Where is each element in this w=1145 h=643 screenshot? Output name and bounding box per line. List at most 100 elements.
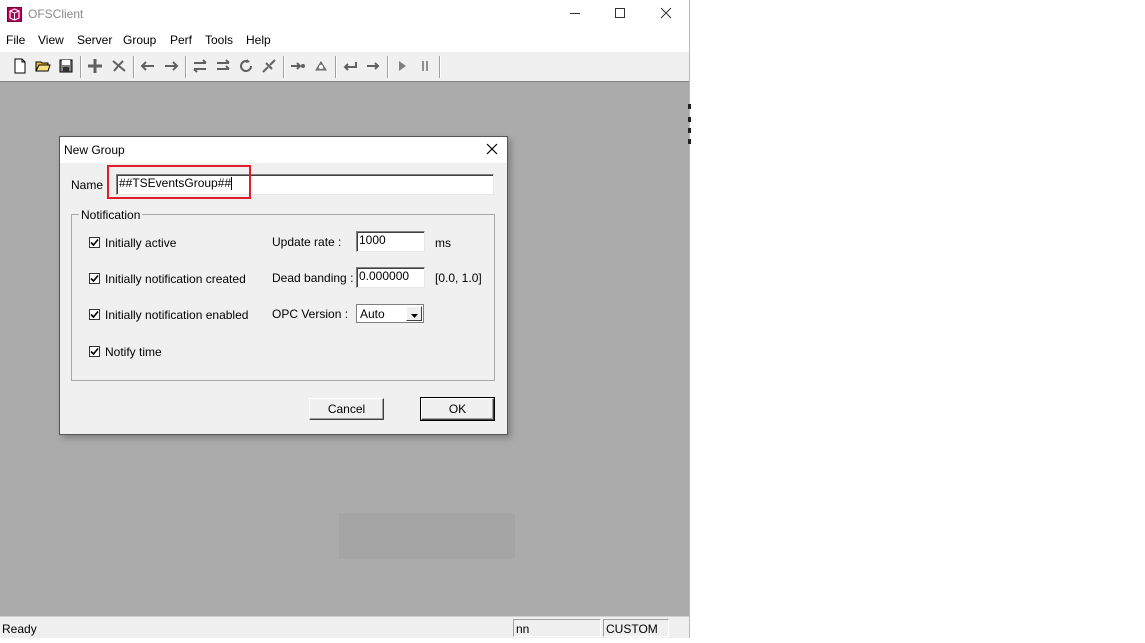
toolbar-separator xyxy=(80,56,82,78)
notification-enabled-checkbox[interactable] xyxy=(89,309,100,320)
add-item-icon xyxy=(87,58,103,77)
add-item-button[interactable] xyxy=(85,57,105,77)
write-button[interactable] xyxy=(213,57,233,77)
play-icon xyxy=(396,60,408,75)
toolbar-separator xyxy=(439,56,441,78)
save-icon xyxy=(59,59,73,76)
refresh-button[interactable] xyxy=(236,57,256,77)
delete-button[interactable] xyxy=(109,57,129,77)
close-button[interactable] xyxy=(643,0,689,29)
app-icon xyxy=(7,7,22,22)
redo-button[interactable] xyxy=(363,57,383,77)
read-icon xyxy=(192,58,208,76)
new-button[interactable] xyxy=(10,57,30,77)
opc-version-select[interactable]: Auto xyxy=(356,304,424,323)
back-icon xyxy=(140,60,156,75)
read-button[interactable] xyxy=(190,57,210,77)
opc-version-label: OPC Version : xyxy=(272,307,349,321)
toolbar-separator xyxy=(283,56,285,78)
opc-version-value: Auto xyxy=(360,307,385,321)
minimize-button[interactable] xyxy=(552,0,598,29)
save-button[interactable] xyxy=(56,57,76,77)
forward-button[interactable] xyxy=(161,57,181,77)
redo-icon xyxy=(365,59,381,76)
toolbar xyxy=(0,51,689,82)
callback-button[interactable] xyxy=(311,57,331,77)
toolbar-separator xyxy=(185,56,187,78)
minimize-icon xyxy=(569,7,581,22)
edge-fragment xyxy=(688,128,691,133)
delete-icon xyxy=(111,58,127,77)
dialog-title: New Group xyxy=(64,143,125,157)
pause-icon xyxy=(419,60,431,75)
dead-banding-input[interactable]: 0.000000 xyxy=(356,267,425,288)
toolbar-separator xyxy=(335,56,337,78)
close-icon xyxy=(660,7,672,22)
close-icon xyxy=(486,143,498,158)
menu-bar: File View Server Group Perf Tools Help xyxy=(0,29,689,51)
initially-active-checkbox[interactable] xyxy=(89,237,100,248)
initially-active-label: Initially active xyxy=(105,236,177,250)
status-pane-mode: CUSTOM xyxy=(603,619,669,637)
play-button[interactable] xyxy=(392,57,412,77)
status-text: Ready xyxy=(2,622,37,636)
toolbar-separator xyxy=(133,56,135,78)
maximize-icon xyxy=(614,7,626,22)
main-window: OFSClient File View Server Group Perf To… xyxy=(0,0,690,638)
window-title: OFSClient xyxy=(28,7,84,21)
new-group-dialog: New Group Name : ##TSEventsGroup## Notif… xyxy=(59,136,508,435)
toolbar-separator xyxy=(387,56,389,78)
notify-time-checkbox[interactable] xyxy=(89,346,100,357)
notification-enabled-label: Initially notification enabled xyxy=(105,308,249,322)
menu-group[interactable]: Group xyxy=(123,33,156,47)
dialog-title-bar: New Group xyxy=(60,137,507,163)
menu-help[interactable]: Help xyxy=(246,33,271,47)
disconnect-icon xyxy=(261,58,277,77)
name-label: Name : xyxy=(71,178,110,192)
edge-fragment xyxy=(688,104,691,109)
pause-button[interactable] xyxy=(415,57,435,77)
open-button[interactable] xyxy=(33,57,53,77)
ok-button[interactable]: OK xyxy=(420,397,495,421)
check-icon xyxy=(90,274,99,283)
check-icon xyxy=(90,347,99,356)
disconnect-button[interactable] xyxy=(259,57,279,77)
undo-button[interactable] xyxy=(340,57,360,77)
back-button[interactable] xyxy=(138,57,158,77)
check-icon xyxy=(90,238,99,247)
update-rate-unit: ms xyxy=(435,236,451,250)
update-rate-input[interactable]: 1000 xyxy=(356,231,425,252)
async-button[interactable] xyxy=(288,57,308,77)
notification-created-label: Initially notification created xyxy=(105,272,246,286)
notify-time-label: Notify time xyxy=(105,345,162,359)
refresh-icon xyxy=(238,58,254,77)
maximize-button[interactable] xyxy=(597,0,643,29)
edge-fragment xyxy=(688,139,691,144)
menu-perf[interactable]: Perf xyxy=(170,33,192,47)
cancel-button[interactable]: Cancel xyxy=(309,398,384,420)
forward-icon xyxy=(163,60,179,75)
status-pane-user: nn xyxy=(513,619,601,637)
callback-icon xyxy=(313,58,329,77)
write-icon xyxy=(215,58,231,76)
menu-server[interactable]: Server xyxy=(77,33,112,47)
status-bar: Ready nn CUSTOM xyxy=(0,616,689,638)
annotation-highlight-box xyxy=(107,165,251,199)
update-rate-label: Update rate : xyxy=(272,235,342,249)
title-bar: OFSClient xyxy=(0,0,689,29)
menu-view[interactable]: View xyxy=(38,33,64,47)
undo-icon xyxy=(342,59,358,76)
open-icon xyxy=(35,59,51,76)
notification-created-checkbox[interactable] xyxy=(89,273,100,284)
dialog-close-button[interactable] xyxy=(483,141,501,159)
dead-banding-range: [0.0, 1.0] xyxy=(435,271,482,285)
dead-banding-label: Dead banding : xyxy=(272,271,354,285)
dropdown-button[interactable] xyxy=(406,306,422,321)
background-window-shadow xyxy=(339,513,515,559)
chevron-down-icon xyxy=(410,307,418,321)
menu-file[interactable]: File xyxy=(6,33,25,47)
edge-fragment xyxy=(688,117,691,122)
menu-tools[interactable]: Tools xyxy=(205,33,233,47)
check-icon xyxy=(90,310,99,319)
new-icon xyxy=(13,58,27,77)
